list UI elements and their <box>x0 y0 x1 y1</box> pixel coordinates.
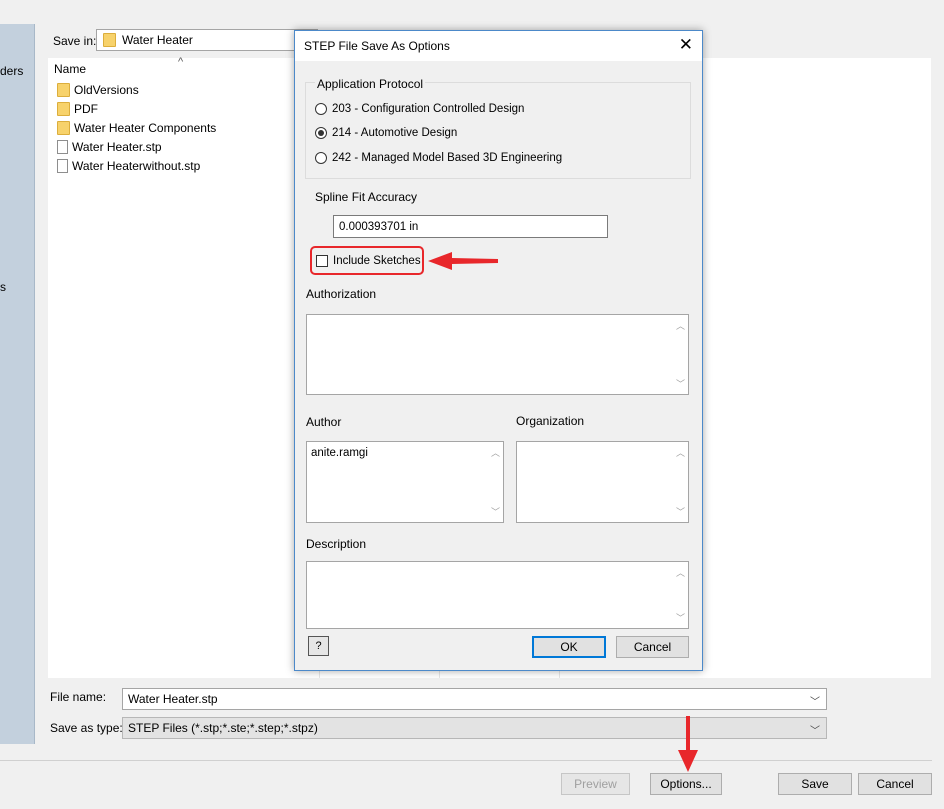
radio-button[interactable] <box>315 152 327 164</box>
options-button[interactable]: Options... <box>650 773 722 795</box>
folder-icon <box>57 102 70 116</box>
author-value: anite.ramgi <box>311 447 368 459</box>
dialog-cancel-button[interactable]: Cancel <box>616 636 689 658</box>
chevron-down-icon[interactable]: ﹀ <box>810 693 820 708</box>
spline-fit-label: Spline Fit Accuracy <box>315 190 418 204</box>
scroll-up-icon[interactable]: ︿ <box>676 566 685 579</box>
preview-button[interactable]: Preview <box>561 773 630 795</box>
save-in-combo[interactable]: Water Heater <box>96 29 318 51</box>
help-button[interactable]: ? <box>308 636 329 656</box>
list-item[interactable]: Water Heaterwithout.stp <box>57 157 200 175</box>
list-item-label: Water Heater Components <box>74 121 217 135</box>
places-label-partial-2[interactable]: s <box>0 280 6 294</box>
annotation-arrow-icon <box>428 252 498 270</box>
scrollbar[interactable]: ︿ ﹀ <box>675 319 685 390</box>
scroll-up-icon[interactable]: ︿ <box>676 319 685 332</box>
radio-button-selected[interactable] <box>315 127 327 139</box>
checkbox[interactable] <box>316 255 328 267</box>
divider <box>0 760 932 761</box>
organization-label: Organization <box>516 414 585 428</box>
save-button[interactable]: Save <box>778 773 852 795</box>
author-textarea[interactable]: anite.ramgi ︿ ﹀ <box>306 441 504 523</box>
scroll-down-icon[interactable]: ﹀ <box>676 611 685 624</box>
spline-fit-input[interactable]: 0.000393701 in <box>333 215 608 238</box>
column-header-name[interactable]: Name <box>54 62 86 76</box>
folder-icon <box>57 83 70 97</box>
sort-ascending-icon: ^ <box>178 56 184 68</box>
list-item-label: Water Heaterwithout.stp <box>72 159 201 173</box>
author-label: Author <box>306 415 342 429</box>
scroll-down-icon[interactable]: ﹀ <box>676 377 685 390</box>
protocol-option-214[interactable]: 214 - Automotive Design <box>315 127 457 139</box>
include-sketches-checkbox[interactable]: Include Sketches <box>316 255 421 267</box>
description-textarea[interactable]: ︿ ﹀ <box>306 561 689 629</box>
ok-button[interactable]: OK <box>532 636 606 658</box>
save-as-type-select[interactable]: STEP Files (*.stp;*.ste;*.step;*.stpz) ﹀ <box>122 717 827 739</box>
folder-icon <box>57 121 70 135</box>
dialog-titlebar[interactable]: STEP File Save As Options ✕ <box>295 31 702 61</box>
protocol-option-label: 203 - Configuration Controlled Design <box>332 103 525 115</box>
list-item-label: Water Heater.stp <box>72 140 162 154</box>
save-as-type-label: Save as type: <box>50 721 123 735</box>
authorization-label: Authorization <box>306 287 377 301</box>
scrollbar[interactable]: ︿ ﹀ <box>675 446 685 518</box>
protocol-option-203[interactable]: 203 - Configuration Controlled Design <box>315 103 524 115</box>
list-item[interactable]: OldVersions <box>57 81 139 99</box>
list-item-label: OldVersions <box>74 83 139 97</box>
include-sketches-label: Include Sketches <box>333 255 421 267</box>
list-item[interactable]: Water Heater Components <box>57 119 216 137</box>
scrollbar[interactable]: ︿ ﹀ <box>490 446 500 518</box>
help-icon: ? <box>315 640 322 652</box>
scroll-down-icon[interactable]: ﹀ <box>676 505 685 518</box>
save-in-label: Save in: <box>53 34 97 48</box>
folder-icon <box>103 33 116 47</box>
list-item[interactable]: Water Heater.stp <box>57 138 162 156</box>
step-options-dialog: STEP File Save As Options ✕ Application … <box>294 30 703 671</box>
list-item[interactable]: PDF <box>57 100 98 118</box>
save-in-value: Water Heater <box>122 33 193 47</box>
cancel-button[interactable]: Cancel <box>858 773 932 795</box>
chevron-down-icon[interactable]: ﹀ <box>810 722 820 737</box>
spline-fit-value: 0.000393701 in <box>339 220 419 233</box>
organization-textarea[interactable]: ︿ ﹀ <box>516 441 689 523</box>
save-as-type-value: STEP Files (*.stp;*.ste;*.step;*.stpz) <box>128 721 318 735</box>
protocol-group-label: Application Protocol <box>315 77 426 91</box>
file-name-field[interactable]: Water Heater.stp ﹀ <box>122 688 827 710</box>
places-label-partial[interactable]: ders <box>0 64 23 78</box>
file-name-label: File name: <box>50 690 107 704</box>
file-icon <box>57 159 68 173</box>
authorization-textarea[interactable]: ︿ ﹀ <box>306 314 689 395</box>
dialog-title: STEP File Save As Options <box>304 39 450 53</box>
places-bar: ders s <box>0 24 35 744</box>
list-item-label: PDF <box>74 102 98 116</box>
scroll-down-icon[interactable]: ﹀ <box>491 505 500 518</box>
scrollbar[interactable]: ︿ ﹀ <box>675 566 685 624</box>
annotation-arrow-icon <box>678 716 698 772</box>
file-icon <box>57 140 68 154</box>
protocol-option-242[interactable]: 242 - Managed Model Based 3D Engineering <box>315 152 562 164</box>
close-icon[interactable]: ✕ <box>679 35 693 55</box>
scroll-up-icon[interactable]: ︿ <box>491 446 500 459</box>
radio-button[interactable] <box>315 103 327 115</box>
scroll-up-icon[interactable]: ︿ <box>676 446 685 459</box>
protocol-option-label: 242 - Managed Model Based 3D Engineering <box>332 152 563 164</box>
protocol-option-label: 214 - Automotive Design <box>332 127 458 139</box>
file-name-value: Water Heater.stp <box>128 692 218 706</box>
description-label: Description <box>306 537 367 551</box>
